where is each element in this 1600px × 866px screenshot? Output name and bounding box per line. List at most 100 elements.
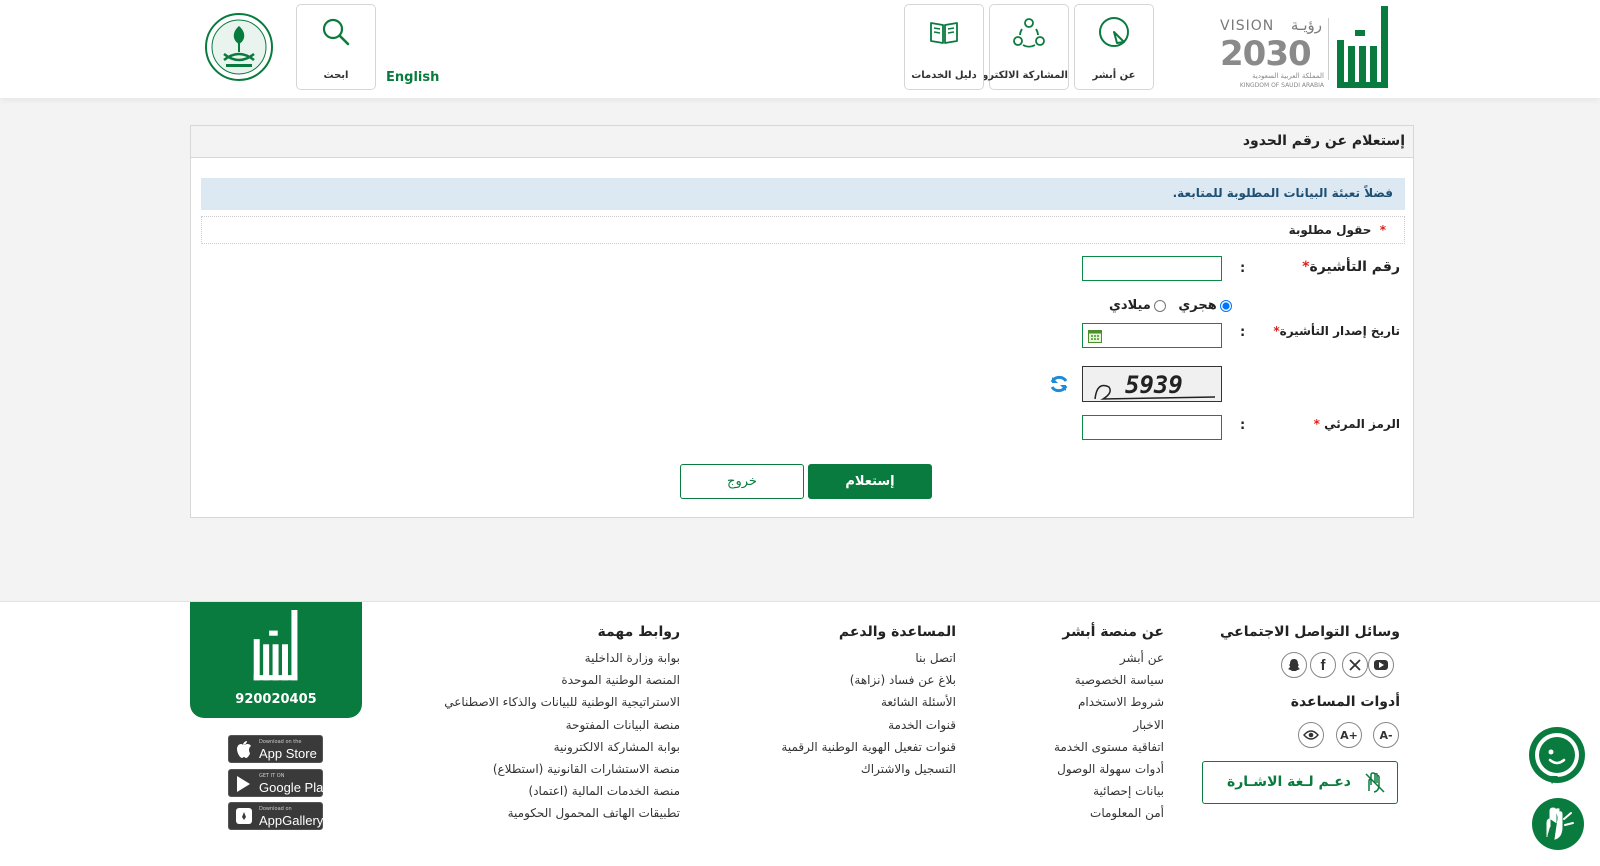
ministry-emblem-logo[interactable] xyxy=(204,12,274,82)
app-gallery-badge[interactable]: Download on AppGallery xyxy=(228,802,323,830)
footer-link-text[interactable]: بيانات إحصائية xyxy=(1093,784,1164,798)
absher-logo-white xyxy=(253,610,298,681)
app-store-badge[interactable]: Download on the App Store xyxy=(228,735,323,763)
footer-link[interactable]: الاخبار xyxy=(1054,714,1164,736)
issue-date-label: تاريخ إصدار التأشيرة* xyxy=(1273,324,1400,338)
visual-code-input[interactable] xyxy=(1082,415,1222,440)
footer-link[interactable]: منصة الاستشارات القانونية (استطلاع) xyxy=(444,758,680,780)
footer-link-text[interactable]: قنوات الخدمة xyxy=(888,718,956,732)
footer-link[interactable]: منصة البيانات المفتوحة xyxy=(444,714,680,736)
google-play-badge[interactable]: GET IT ON Google Play xyxy=(228,769,330,797)
footer-link-text[interactable]: الأسئلة الشائعة xyxy=(881,695,956,709)
footer-link[interactable]: الاستراتيجية الوطنية للبيانات والذكاء ال… xyxy=(444,691,680,713)
footer-link[interactable]: أمن المعلومات xyxy=(1054,802,1164,824)
participation-icon xyxy=(1012,15,1046,49)
footer-link-text[interactable]: بوابة وزارة الداخلية xyxy=(585,651,680,665)
vision-arabic-word: رؤيـة xyxy=(1290,16,1322,34)
footer-link[interactable]: الأسئلة الشائعة xyxy=(781,691,956,713)
gregorian-radio[interactable] xyxy=(1153,299,1166,312)
footer-link[interactable]: سياسة الخصوصية xyxy=(1054,669,1164,691)
footer-link-text[interactable]: منصة البيانات المفتوحة xyxy=(566,718,680,732)
issue-date-input[interactable] xyxy=(1082,323,1222,348)
refresh-captcha-icon[interactable] xyxy=(1048,373,1070,395)
exit-button[interactable]: خروج xyxy=(680,464,804,499)
footer-link-text[interactable]: اتصل بنا xyxy=(915,651,956,665)
visual-code-label: الرمز المرئي * xyxy=(1314,417,1400,431)
snapchat-icon[interactable] xyxy=(1281,652,1307,678)
required-star: * xyxy=(1379,223,1386,237)
footer-link-text[interactable]: المنصة الوطنية الموحدة xyxy=(561,673,680,687)
sign-language-float-icon[interactable] xyxy=(1531,797,1585,851)
footer-link-text[interactable]: قنوات تفعيل الهوية الوطنية الرقمية xyxy=(781,740,956,754)
footer-link[interactable]: قنوات الخدمة xyxy=(781,714,956,736)
search-label: ابحث xyxy=(323,70,349,81)
nav-label: دليل الخدمات xyxy=(911,70,977,81)
gregorian-option[interactable]: ميلادي xyxy=(1109,298,1166,313)
footer-link-text[interactable]: بوابة المشاركة الالكترونية xyxy=(554,740,680,754)
footer-link[interactable]: منصة الخدمات المالية (اعتماد) xyxy=(444,780,680,802)
required-note-text: حقول مطلوبة xyxy=(1288,223,1372,237)
decrease-font-button[interactable]: -A xyxy=(1373,722,1399,748)
sign-language-button[interactable]: دعـم لـغة الاشـارة xyxy=(1202,761,1398,804)
info-message-bar: فضلاً تعبئة البيانات المطلوبة للمتابعة. xyxy=(201,178,1405,210)
nav-tile-about[interactable]: عن أبشر xyxy=(1074,4,1154,90)
footer-link-text[interactable]: منصة الاستشارات القانونية (استطلاع) xyxy=(493,762,680,776)
nav-tile-participation[interactable]: المشاركة الالكترونية xyxy=(968,4,1069,90)
youtube-icon[interactable] xyxy=(1368,652,1394,678)
required-star: * xyxy=(1313,417,1320,431)
footer-link[interactable]: أدوات سهولة الوصول xyxy=(1054,758,1164,780)
footer-link-text[interactable]: منصة الخدمات المالية (اعتماد) xyxy=(529,784,680,798)
footer-link[interactable]: التسجيل والاشتراك xyxy=(781,758,956,780)
book-icon xyxy=(927,15,961,49)
facebook-icon[interactable]: f xyxy=(1310,652,1336,678)
footer-link[interactable]: بلاغ عن فساد (نزاهة) xyxy=(781,669,956,691)
footer-link[interactable]: اتصل بنا xyxy=(781,647,956,669)
footer-link[interactable]: بوابة وزارة الداخلية xyxy=(444,647,680,669)
hijri-option[interactable]: هجري xyxy=(1178,298,1232,313)
footer-link-text[interactable]: سياسة الخصوصية xyxy=(1075,673,1164,687)
footer-link-text[interactable]: الاخبار xyxy=(1133,718,1164,732)
footer-link[interactable]: قنوات تفعيل الهوية الوطنية الرقمية xyxy=(781,736,956,758)
footer-link-text[interactable]: الاستراتيجية الوطنية للبيانات والذكاء ال… xyxy=(444,695,680,709)
footer-link[interactable]: المنصة الوطنية الموحدة xyxy=(444,669,680,691)
absher-logo[interactable] xyxy=(1333,6,1393,90)
logo-divider xyxy=(1328,18,1329,80)
footer-link-text[interactable]: تطبيقات الهاتف المحمول الحكومية xyxy=(508,806,680,820)
increase-font-button[interactable]: +A xyxy=(1336,722,1362,748)
footer-link-text[interactable]: بلاغ عن فساد (نزاهة) xyxy=(850,673,956,687)
footer-link[interactable]: بوابة المشاركة الالكترونية xyxy=(444,736,680,758)
search-icon xyxy=(319,15,353,49)
footer-link-text[interactable]: عن أبشر xyxy=(1120,651,1164,665)
required-note: * حقول مطلوبة xyxy=(1289,223,1386,237)
footer-link-text[interactable]: التسجيل والاشتراك xyxy=(861,762,956,776)
nav-tile-services-guide[interactable]: دليل الخدمات xyxy=(904,4,984,90)
footer-link-text[interactable]: أدوات سهولة الوصول xyxy=(1057,762,1164,776)
gregorian-label: ميلادي xyxy=(1109,298,1151,313)
footer-link-text[interactable]: اتفاقية مستوى الخدمة xyxy=(1054,740,1164,754)
nav-label: عن أبشر xyxy=(1092,70,1136,81)
vision-year: 2030 xyxy=(1220,34,1312,74)
search-tile[interactable]: ابحث xyxy=(296,4,376,90)
visa-number-label: رقم التأشيرة* xyxy=(1302,259,1400,275)
contact-phone: 920020405 xyxy=(235,692,317,707)
footer-link[interactable]: تطبيقات الهاتف المحمول الحكومية xyxy=(444,802,680,824)
visual-code-label-text: الرمز المرئي xyxy=(1324,417,1400,431)
english-language-link[interactable]: English xyxy=(386,70,439,85)
eye-icon[interactable] xyxy=(1298,722,1324,748)
footer-link[interactable]: عن أبشر xyxy=(1054,647,1164,669)
panel-header: إستعلام عن رقم الحدود xyxy=(191,126,1413,158)
footer-link-text[interactable]: أمن المعلومات xyxy=(1090,806,1164,820)
inquiry-submit-button[interactable]: إستعلام xyxy=(808,464,932,499)
visa-number-input[interactable] xyxy=(1082,256,1222,281)
hijri-radio[interactable] xyxy=(1219,299,1232,312)
chatbot-icon[interactable] xyxy=(1528,726,1586,786)
footer-link[interactable]: اتفاقية مستوى الخدمة xyxy=(1054,736,1164,758)
footer-link[interactable]: شروط الاستخدام xyxy=(1054,691,1164,713)
required-fields-bar: * حقول مطلوبة xyxy=(201,216,1405,244)
x-icon[interactable] xyxy=(1342,652,1368,678)
footer-link-text[interactable]: شروط الاستخدام xyxy=(1078,695,1164,709)
calendar-icon[interactable] xyxy=(1088,329,1102,343)
about-title: عن منصة أبشر xyxy=(1062,624,1164,640)
footer-link[interactable]: بيانات إحصائية xyxy=(1054,780,1164,802)
issue-date-label-text: تاريخ إصدار التأشيرة xyxy=(1279,324,1400,338)
